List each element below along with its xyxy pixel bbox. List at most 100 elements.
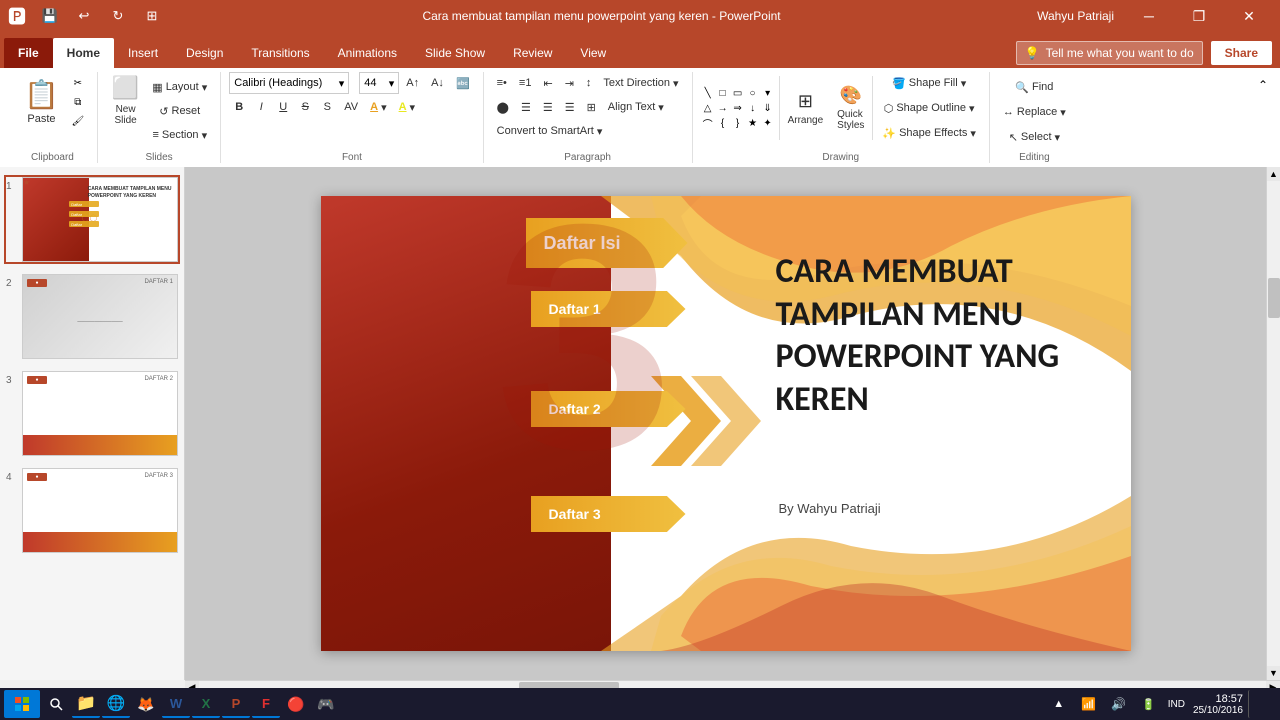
- taskbar-battery-icon[interactable]: 🔋: [1135, 690, 1163, 718]
- tab-home[interactable]: Home: [53, 38, 114, 68]
- minimize-btn[interactable]: ─: [1126, 0, 1172, 32]
- firefox-btn[interactable]: 🦊: [132, 690, 160, 718]
- ribbon-collapse-btn[interactable]: ⌃: [1254, 76, 1272, 94]
- align-text-btn[interactable]: Align Text ▾: [603, 96, 669, 118]
- tab-slideshow[interactable]: Slide Show: [411, 38, 499, 68]
- arrow-shape-icon[interactable]: →: [716, 101, 730, 115]
- line-shape[interactable]: ╲: [701, 86, 715, 100]
- redo-quick-btn[interactable]: ↻: [104, 2, 132, 30]
- arrow4-shape[interactable]: ⇓: [761, 101, 775, 115]
- taskbar-network-icon[interactable]: 📶: [1075, 690, 1103, 718]
- tab-view[interactable]: View: [566, 38, 620, 68]
- share-button[interactable]: Share: [1211, 41, 1272, 65]
- customize-quick-btn[interactable]: ⊞: [138, 2, 166, 30]
- rounded-rect-shape[interactable]: ▭: [731, 86, 745, 100]
- brace2-shape[interactable]: }: [731, 116, 745, 130]
- convert-smartart-btn[interactable]: Convert to SmartArt ▾: [492, 120, 608, 142]
- columns-btn[interactable]: ⊞: [582, 96, 601, 118]
- align-right-btn[interactable]: ☰: [538, 96, 558, 118]
- strikethrough-button[interactable]: S: [295, 96, 315, 118]
- font-name-selector[interactable]: Calibri (Headings) ▾: [229, 72, 349, 94]
- font-color-button[interactable]: A ▾: [365, 96, 391, 118]
- paste-button[interactable]: 📋 Paste: [16, 72, 67, 130]
- curve-shape[interactable]: ⌒: [701, 116, 715, 130]
- find-button[interactable]: 🔍 Find: [998, 76, 1071, 98]
- triangle-shape[interactable]: △: [701, 101, 715, 115]
- format-painter-button[interactable]: 🖌: [67, 112, 89, 130]
- section-button[interactable]: ≡ Section ▾: [147, 124, 212, 146]
- decrease-indent-btn[interactable]: ⇤: [538, 72, 557, 94]
- scroll-up-btn[interactable]: ▲: [1267, 167, 1280, 181]
- star-shape[interactable]: ★: [746, 116, 760, 130]
- shape-outline-button[interactable]: ⬡ Shape Outline ▾: [877, 97, 981, 119]
- slide-thumb-3[interactable]: 3 ● DAFTAR 2: [4, 369, 180, 458]
- start-button[interactable]: [4, 690, 40, 718]
- font-size-selector[interactable]: 44 ▾: [359, 72, 399, 94]
- tab-design[interactable]: Design: [172, 38, 237, 68]
- tell-me-search[interactable]: 💡 Tell me what you want to do: [1016, 41, 1203, 65]
- more-shapes[interactable]: ▾: [761, 86, 775, 100]
- taskbar-show-hidden[interactable]: ▲: [1045, 690, 1073, 718]
- scroll-down-btn[interactable]: ▼: [1267, 666, 1280, 680]
- file-explorer-btn[interactable]: 📁: [72, 690, 100, 718]
- replace-button[interactable]: ↔ Replace ▾: [998, 101, 1071, 123]
- tab-file[interactable]: File: [4, 38, 53, 68]
- brace-shape[interactable]: {: [716, 116, 730, 130]
- game-btn[interactable]: 🎮: [312, 690, 340, 718]
- powerpoint-btn[interactable]: P: [222, 690, 250, 718]
- scroll-thumb[interactable]: [1268, 278, 1280, 318]
- italic-button[interactable]: I: [251, 96, 271, 118]
- oval-shape[interactable]: ○: [746, 86, 760, 100]
- search-taskbar-btn[interactable]: [42, 690, 70, 718]
- shape-fill-button[interactable]: 🪣 Shape Fill ▾: [877, 72, 981, 94]
- text-direction-btn[interactable]: Text Direction ▾: [598, 72, 683, 94]
- canvas-area[interactable]: Daftar Isi Daftar 1 Daftar 2 Daftar 3 3 …: [185, 167, 1266, 680]
- align-center-btn[interactable]: ☰: [516, 96, 536, 118]
- undo-quick-btn[interactable]: ↩: [70, 2, 98, 30]
- taskbar-sound-icon[interactable]: 🔊: [1105, 690, 1133, 718]
- shape-effects-button[interactable]: ✨ Shape Effects ▾: [877, 122, 981, 144]
- reset-button[interactable]: ↺ Reset: [147, 100, 212, 122]
- align-left-btn[interactable]: ⬤: [492, 96, 514, 118]
- slide-thumb-4[interactable]: 4 ● DAFTAR 3: [4, 466, 180, 555]
- justify-btn[interactable]: ☰: [560, 96, 580, 118]
- slide-thumb-1[interactable]: 1 CARA MEMBUAT TAMPILAN MENU POWERPOINT …: [4, 175, 180, 264]
- tab-animations[interactable]: Animations: [324, 38, 411, 68]
- bullet-list-button[interactable]: ≡•: [492, 72, 512, 94]
- increase-indent-btn[interactable]: ⇥: [560, 72, 579, 94]
- slide-thumb-2[interactable]: 2 ● DAFTAR 1 ────────: [4, 272, 180, 361]
- tab-review[interactable]: Review: [499, 38, 566, 68]
- rect-shape[interactable]: □: [716, 86, 730, 100]
- chrome-btn[interactable]: 🌐: [102, 690, 130, 718]
- more-shapes2[interactable]: ✦: [761, 116, 775, 130]
- highlight-button[interactable]: A ▾: [394, 96, 420, 118]
- char-spacing-button[interactable]: AV: [339, 96, 363, 118]
- arrange-button[interactable]: ⊞ Arrange: [784, 87, 828, 130]
- line-spacing-btn[interactable]: ↕: [581, 72, 597, 94]
- tab-insert[interactable]: Insert: [114, 38, 172, 68]
- show-desktop-btn[interactable]: [1248, 690, 1276, 718]
- tab-transitions[interactable]: Transitions: [237, 38, 323, 68]
- foxitreader-btn[interactable]: F: [252, 690, 280, 718]
- bold-button[interactable]: B: [229, 96, 249, 118]
- quick-styles-button[interactable]: 🎨 QuickStyles: [833, 81, 868, 135]
- excel-btn[interactable]: X: [192, 690, 220, 718]
- layout-button[interactable]: ▦ Layout ▾: [147, 76, 212, 98]
- new-slide-button[interactable]: ⬜ NewSlide: [106, 72, 145, 128]
- underline-button[interactable]: U: [273, 96, 293, 118]
- close-btn[interactable]: ✕: [1226, 0, 1272, 32]
- restore-btn[interactable]: ❐: [1176, 0, 1222, 32]
- cut-button[interactable]: ✂: [67, 74, 89, 92]
- save-quick-btn[interactable]: 💾: [36, 2, 64, 30]
- shadow-button[interactable]: S: [317, 96, 337, 118]
- arrow2-shape[interactable]: ⇒: [731, 101, 745, 115]
- increase-font-btn[interactable]: A↑: [401, 72, 424, 94]
- decrease-font-btn[interactable]: A↓: [426, 72, 449, 94]
- word-btn[interactable]: W: [162, 690, 190, 718]
- copy-button[interactable]: ⧉: [67, 93, 89, 111]
- numbered-list-button[interactable]: ≡1: [514, 72, 537, 94]
- select-button[interactable]: ↖ Select ▾: [998, 126, 1071, 148]
- rec-btn[interactable]: 🔴: [282, 690, 310, 718]
- clear-format-btn[interactable]: 🔤: [451, 72, 475, 94]
- arrow3-shape[interactable]: ↓: [746, 101, 760, 115]
